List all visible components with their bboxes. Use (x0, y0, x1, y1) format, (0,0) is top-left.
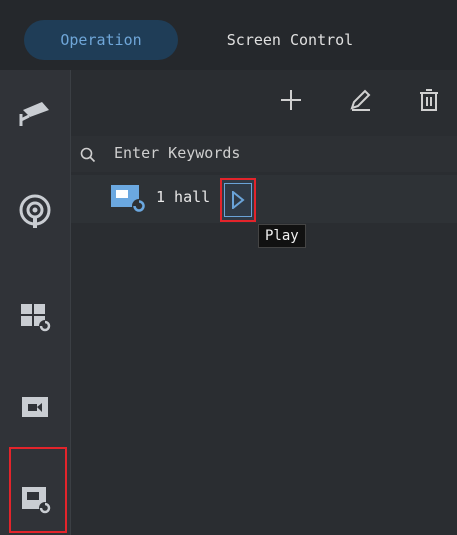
podcast-icon[interactable] (11, 188, 59, 236)
search-input[interactable]: Enter Keywords (114, 144, 240, 162)
play-tooltip: Play (258, 224, 306, 248)
selected-sidebar-highlight (9, 447, 67, 533)
tab-screen-control[interactable]: Screen Control (205, 20, 375, 60)
list-item-label: 1 hall (156, 188, 211, 206)
plus-icon[interactable] (277, 86, 305, 114)
camera-icon[interactable] (11, 88, 59, 136)
scene-item-icon (110, 184, 148, 218)
video-icon[interactable] (11, 383, 59, 431)
trash-icon[interactable] (415, 86, 443, 114)
multiscreen-refresh-icon[interactable] (11, 292, 59, 340)
tab-operation[interactable]: Operation (24, 20, 178, 60)
top-tab-bar: Operation Screen Control (0, 0, 457, 70)
edit-icon[interactable] (346, 86, 374, 114)
search-icon (80, 147, 96, 167)
play-button[interactable] (220, 178, 256, 222)
